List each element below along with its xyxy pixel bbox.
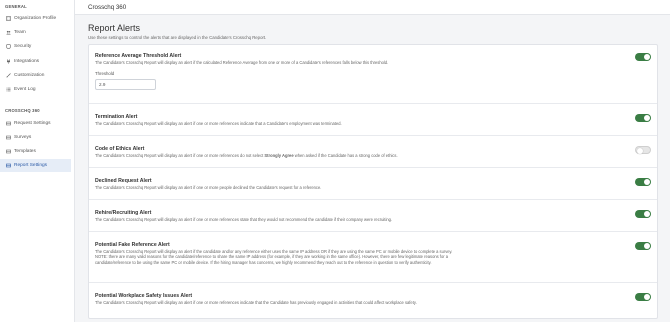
sidebar-item-label: Report Settings [14, 163, 48, 168]
alert-row-reference-average-threshold: Reference Average Threshold Alert The Ca… [89, 45, 657, 104]
sidebar-item-label: Customization [14, 72, 45, 78]
alert-toggle[interactable] [635, 114, 651, 122]
top-bar: Crosschq 360 [75, 0, 670, 15]
sidebar-item-label: Organization Profile [14, 15, 57, 21]
sidebar-item-label: Surveys [14, 134, 32, 140]
threshold-label: Threshold [95, 71, 115, 76]
card-icon [5, 148, 11, 154]
sidebar-item-label: Event Log [14, 86, 36, 92]
toggle-knob [644, 54, 650, 60]
alert-description: The Candidate's Crosschq Report will dis… [95, 249, 453, 265]
sidebar: GENERAL Organization Profile Team Securi… [0, 0, 75, 322]
sidebar-item-security[interactable]: Security [0, 40, 71, 52]
card-icon [5, 120, 11, 126]
sidebar-item-customization[interactable]: Customization [0, 69, 71, 81]
toggle-knob [644, 243, 650, 249]
sidebar-item-label: Security [14, 43, 32, 49]
alert-title: Potential Fake Reference Alert [95, 242, 170, 248]
sidebar-item-templates[interactable]: Templates [0, 145, 71, 157]
alert-description-text: The Candidate's Crosschq Report will dis… [95, 153, 265, 158]
sidebar-item-request-settings[interactable]: Request Settings [0, 117, 71, 129]
sidebar-section-crosschq-360: CROSSCHQ 360 [5, 108, 40, 113]
sidebar-item-label: Templates [14, 148, 36, 154]
alert-row-rehire-recruiting: Rehire/Recruiting Alert The Candidate's … [89, 200, 657, 232]
sidebar-item-integrations[interactable]: Integrations [0, 55, 71, 67]
alert-description: The Candidate's Crosschq Report will dis… [95, 300, 417, 305]
alert-description: The Candidate's Crosschq Report will dis… [95, 153, 465, 158]
toggle-knob [637, 147, 643, 154]
sidebar-item-event-log[interactable]: Event Log [0, 83, 71, 95]
threshold-input[interactable] [95, 79, 156, 90]
alert-title: Potential Workplace Safety Issues Alert [95, 293, 193, 299]
sidebar-item-label: Team [14, 29, 26, 35]
page-title: Report Alerts [88, 23, 141, 33]
alert-description: The Candidate's Crosschq Report will dis… [95, 60, 389, 65]
card-icon [5, 163, 11, 169]
toggle-knob [644, 115, 650, 121]
alert-description-strong: Strongly Agree [264, 153, 294, 158]
users-icon [5, 29, 11, 35]
sidebar-item-report-settings[interactable]: Report Settings [0, 159, 71, 172]
alert-title: Declined Request Alert [95, 178, 152, 184]
alert-title: Rehire/Recruiting Alert [95, 210, 152, 216]
toggle-knob [644, 211, 650, 217]
toggle-knob [644, 179, 650, 185]
alert-title: Reference Average Threshold Alert [95, 53, 182, 59]
alert-toggle[interactable] [635, 242, 651, 250]
sidebar-item-team[interactable]: Team [0, 26, 71, 38]
alert-row-workplace-safety: Potential Workplace Safety Issues Alert … [89, 283, 657, 318]
alert-toggle[interactable] [635, 293, 651, 301]
card-icon [5, 134, 11, 140]
sidebar-section-general: GENERAL [5, 4, 27, 9]
alert-title: Code of Ethics Alert [95, 146, 145, 152]
alert-toggle[interactable] [635, 178, 651, 186]
sidebar-item-organization-profile[interactable]: Organization Profile [0, 12, 71, 24]
alert-row-potential-fake-reference: Potential Fake Reference Alert The Candi… [89, 232, 657, 283]
alert-description: The Candidate's Crosschq Report will dis… [95, 217, 393, 222]
alert-toggle[interactable] [635, 146, 651, 154]
alert-toggle[interactable] [635, 210, 651, 218]
brush-icon [5, 72, 11, 78]
alert-toggle[interactable] [635, 53, 651, 61]
alert-row-termination: Termination Alert The Candidate's Crossc… [89, 104, 657, 136]
alert-row-declined-request: Declined Request Alert The Candidate's C… [89, 168, 657, 200]
page-subtitle: Use these settings to control the alerts… [88, 35, 267, 40]
sidebar-item-label: Request Settings [14, 120, 51, 126]
plug-icon [5, 58, 11, 64]
alerts-card: Reference Average Threshold Alert The Ca… [88, 44, 658, 319]
sidebar-item-label: Integrations [14, 58, 40, 64]
alert-description: The Candidate's Crosschq Report will dis… [95, 185, 322, 190]
alert-description: The Candidate's Crosschq Report will dis… [95, 121, 342, 126]
alert-row-code-of-ethics: Code of Ethics Alert The Candidate's Cro… [89, 136, 657, 168]
building-icon [5, 15, 11, 21]
alert-title: Termination Alert [95, 114, 138, 120]
alert-description-text: when asked if the Candidate has a strong… [293, 153, 398, 158]
list-icon [5, 86, 11, 92]
app-title: Crosschq 360 [88, 4, 127, 11]
shield-icon [5, 43, 11, 49]
toggle-knob [644, 294, 650, 300]
sidebar-item-surveys[interactable]: Surveys [0, 131, 71, 143]
